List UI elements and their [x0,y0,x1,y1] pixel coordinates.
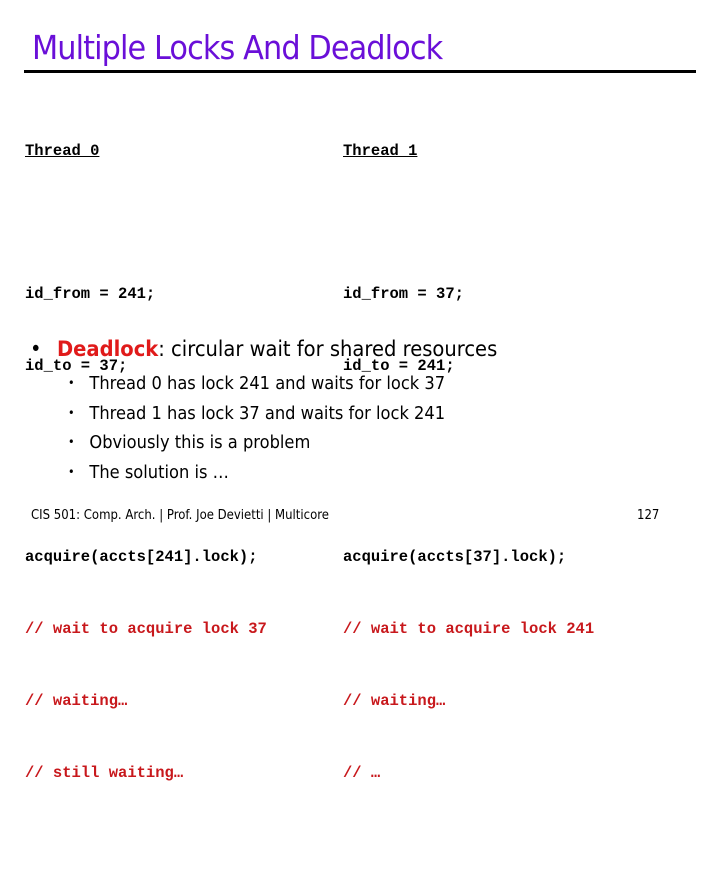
code-comment: // waiting… [343,692,446,710]
bullet-icon: • [68,405,75,420]
code-line: acquire(accts[37].lock); [343,548,567,566]
bullet-icon: • [68,376,75,390]
bullet-icon: • [68,464,75,479]
thread-0-header: Thread 0 [25,142,100,160]
sub-bullet: • Thread 0 has lock 241 and waits for loc… [68,369,500,399]
code-comment: // … [343,764,381,782]
sub-bullet-text: Obviously this is a problem [89,433,311,453]
sub-bullet: • Thread 1 has lock 37 and waits for lock… [68,399,500,429]
sub-bullet-list: • Thread 0 has lock 241 and waits for loc… [68,369,532,487]
sub-bullet-text: The solution is … [89,462,229,483]
bullet-list: • Deadlock: circular wait for shared reso… [30,335,532,487]
code-comment: // wait to acquire lock 37 [25,620,267,638]
code-line: acquire(accts[241].lock); [25,548,258,566]
sub-bullet: • The solution is … [68,458,500,488]
bullet-icon: • [68,435,75,449]
deadlock-keyword: Deadlock [56,337,159,361]
footer-course-info: CIS 501: Comp. Arch. | Prof. Joe Deviett… [31,508,329,523]
code-line: id_from = 37; [343,285,464,303]
title-divider [24,70,696,73]
code-comment: // waiting… [25,692,128,710]
bullet-text: : circular wait for shared resources [158,337,498,361]
slide: Multiple Locks And Deadlock Thread 0 id_… [0,0,720,782]
bullet-icon: • [30,337,42,361]
sub-bullet-text: Thread 0 has lock 241 and waits for lock… [89,374,446,394]
sub-bullet: • Obviously this is a problem [68,428,500,458]
code-line: id_from = 241; [25,285,156,303]
slide-title: Multiple Locks And Deadlock [32,28,443,67]
bullet-deadlock: • Deadlock: circular wait for shared reso… [30,335,497,363]
code-comment: // wait to acquire lock 241 [343,620,595,638]
sub-bullet-text: Thread 1 has lock 37 and waits for lock … [89,403,446,424]
code-comment: // still waiting… [25,764,184,782]
page-number: 127 [637,508,660,523]
thread-1-header: Thread 1 [343,142,418,160]
